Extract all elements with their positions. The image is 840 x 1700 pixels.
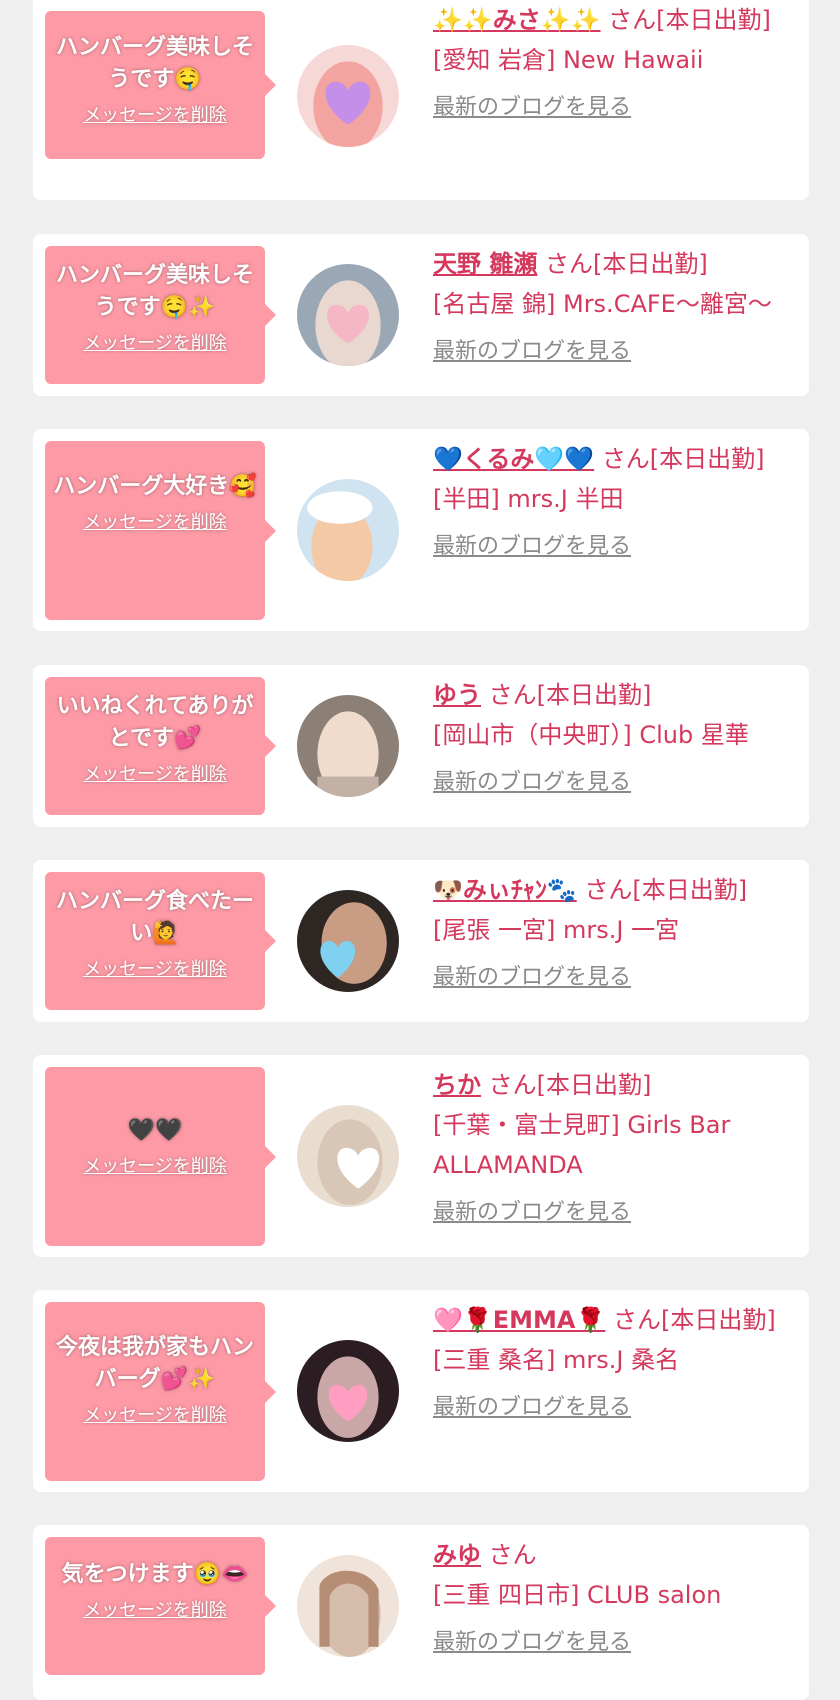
profile-avatar[interactable] [297,1105,399,1207]
message-bubble: 今夜は我が家もハンバーグ💕✨ メッセージを削除 [45,1302,276,1481]
shop-name: [三重 四日市] CLUB salon [433,1581,722,1609]
delete-message-link[interactable]: メッセージを削除 [51,511,259,535]
delete-message-link[interactable]: メッセージを削除 [51,958,259,982]
shop-name: [三重 桑名] mrs.J 桑名 [433,1346,680,1374]
girl-status: さん[本日出勤] [601,445,765,473]
latest-blog-link[interactable]: 最新のブログを見る [433,763,783,803]
message-text: 🖤🖤 [127,1118,183,1143]
girl-name-link[interactable]: 天野 雛瀬 [433,250,537,278]
girl-status: さん[本日出勤] [608,6,771,34]
girl-status: さん[本日出勤] [488,1071,652,1099]
profile-avatar[interactable] [297,695,399,797]
message-bubble: ハンバーグ美味しそうです🤤✨ メッセージを削除 [45,246,276,384]
message-bubble: 気をつけます🥹👄 メッセージを削除 [45,1537,276,1675]
profile-avatar[interactable] [297,890,399,992]
message-bubble: ハンバーグ食べたーい🙋 メッセージを削除 [45,872,276,1010]
girl-name-link[interactable]: 💙くるみ🩵💙 [433,445,594,473]
profile-avatar[interactable] [297,264,399,366]
girl-name-link[interactable]: ゆう [433,681,481,709]
profile-avatar[interactable] [297,1555,399,1657]
delete-message-link[interactable]: メッセージを削除 [51,763,259,787]
message-bubble: ハンバーグ美味しそうです🤤 メッセージを削除 [45,11,276,159]
shop-name: [千葉・富士見町] Girls Bar ALLAMANDA [433,1111,731,1179]
shop-name: [名古屋 錦] Mrs.CAFE〜離宮〜 [433,290,772,318]
shop-name: [愛知 岩倉] New Hawaii [433,46,704,74]
message-bubble: 🖤🖤 メッセージを削除 [45,1067,276,1246]
message-card: 🖤🖤 メッセージを削除 ちか さん[本日出勤] [千葉・富士見町] Girls … [33,1055,809,1257]
clothing-shape [317,776,379,797]
girl-status: さん[本日出勤] [584,876,748,904]
message-card: ハンバーグ大好き🥰 メッセージを削除 💙くるみ🩵💙 さん[本日出勤] [半田] … [33,429,809,631]
message-text: ハンバーグ美味しそうです🤤✨ [55,263,254,320]
latest-blog-link[interactable]: 最新のブログを見る [433,527,783,567]
message-card: ハンバーグ美味しそうです🤤✨ メッセージを削除 天野 雛瀬 さん[本日出勤] [… [33,234,809,396]
latest-blog-link[interactable]: 最新のブログを見る [433,1388,783,1428]
message-card: 気をつけます🥹👄 メッセージを削除 みゆ さん [三重 四日市] CLUB sa… [33,1525,809,1700]
latest-blog-link[interactable]: 最新のブログを見る [433,1193,783,1233]
girl-name-link[interactable]: 🩷🌹EMMA🌹 [433,1306,605,1334]
message-text: ハンバーグ美味しそうです🤤 [55,35,254,92]
latest-blog-link[interactable]: 最新のブログを見る [433,1623,783,1663]
girl-info: ちか さん[本日出勤] [千葉・富士見町] Girls Bar ALLAMAND… [433,1065,783,1233]
delete-message-link[interactable]: メッセージを削除 [51,332,259,356]
shop-name: [岡山市（中央町）] Club 星華 [433,721,749,749]
girl-info: 💙くるみ🩵💙 さん[本日出勤] [半田] mrs.J 半田 最新のブログを見る [433,439,783,567]
girl-status: さん[本日出勤] [545,250,708,278]
girl-info: 天野 雛瀬 さん[本日出勤] [名古屋 錦] Mrs.CAFE〜離宮〜 最新のブ… [433,244,783,372]
latest-blog-link[interactable]: 最新のブログを見る [433,332,783,372]
profile-avatar[interactable] [297,479,399,581]
message-text: 今夜は我が家もハンバーグ💕✨ [55,1335,254,1392]
cap-shape [307,491,373,524]
delete-message-link[interactable]: メッセージを削除 [51,1404,259,1428]
message-card: ハンバーグ美味しそうです🤤 メッセージを削除 ✨✨みさ✨✨ さん[本日出勤] [… [33,0,809,200]
girl-name-link[interactable]: みゆ [433,1541,481,1569]
delete-message-link[interactable]: メッセージを削除 [51,1155,259,1179]
delete-message-link[interactable]: メッセージを削除 [51,1599,259,1623]
girl-name-link[interactable]: 🐶みぃﾁｬﾝ🐾 [433,876,577,904]
message-card: いいねくれてありがとです💕 メッセージを削除 ゆう さん[本日出勤] [岡山市（… [33,665,809,827]
shop-name: [半田] mrs.J 半田 [433,485,624,513]
latest-blog-link[interactable]: 最新のブログを見る [433,958,783,998]
latest-blog-link[interactable]: 最新のブログを見る [433,88,783,128]
delete-message-link[interactable]: メッセージを削除 [51,104,259,128]
message-bubble: ハンバーグ大好き🥰 メッセージを削除 [45,441,276,620]
message-card: 今夜は我が家もハンバーグ💕✨ メッセージを削除 🩷🌹EMMA🌹 さん[本日出勤]… [33,1290,809,1492]
girl-info: 🐶みぃﾁｬﾝ🐾 さん[本日出勤] [尾張 一宮] mrs.J 一宮 最新のブログ… [433,870,783,998]
profile-avatar[interactable] [297,45,399,147]
shop-name: [尾張 一宮] mrs.J 一宮 [433,916,680,944]
profile-avatar[interactable] [297,1340,399,1442]
message-bubble: いいねくれてありがとです💕 メッセージを削除 [45,677,276,815]
girl-info: ✨✨みさ✨✨ さん[本日出勤] [愛知 岩倉] New Hawaii 最新のブロ… [433,0,783,128]
girl-info: 🩷🌹EMMA🌹 さん[本日出勤] [三重 桑名] mrs.J 桑名 最新のブログ… [433,1300,783,1428]
girl-info: みゆ さん [三重 四日市] CLUB salon 最新のブログを見る [433,1535,783,1663]
message-text: いいねくれてありがとです💕 [56,694,254,751]
message-card: ハンバーグ食べたーい🙋 メッセージを削除 🐶みぃﾁｬﾝ🐾 さん[本日出勤] [尾… [33,860,809,1022]
girl-info: ゆう さん[本日出勤] [岡山市（中央町）] Club 星華 最新のブログを見る [433,675,783,803]
message-text: ハンバーグ食べたーい🙋 [55,889,254,946]
girl-name-link[interactable]: ✨✨みさ✨✨ [433,6,601,34]
girl-status: さん[本日出勤] [488,681,652,709]
girl-status: さん [488,1541,537,1569]
message-text: 気をつけます🥹👄 [61,1562,249,1587]
message-text: ハンバーグ大好き🥰 [53,474,257,499]
girl-status: さん[本日出勤] [613,1306,776,1334]
girl-name-link[interactable]: ちか [433,1071,481,1099]
